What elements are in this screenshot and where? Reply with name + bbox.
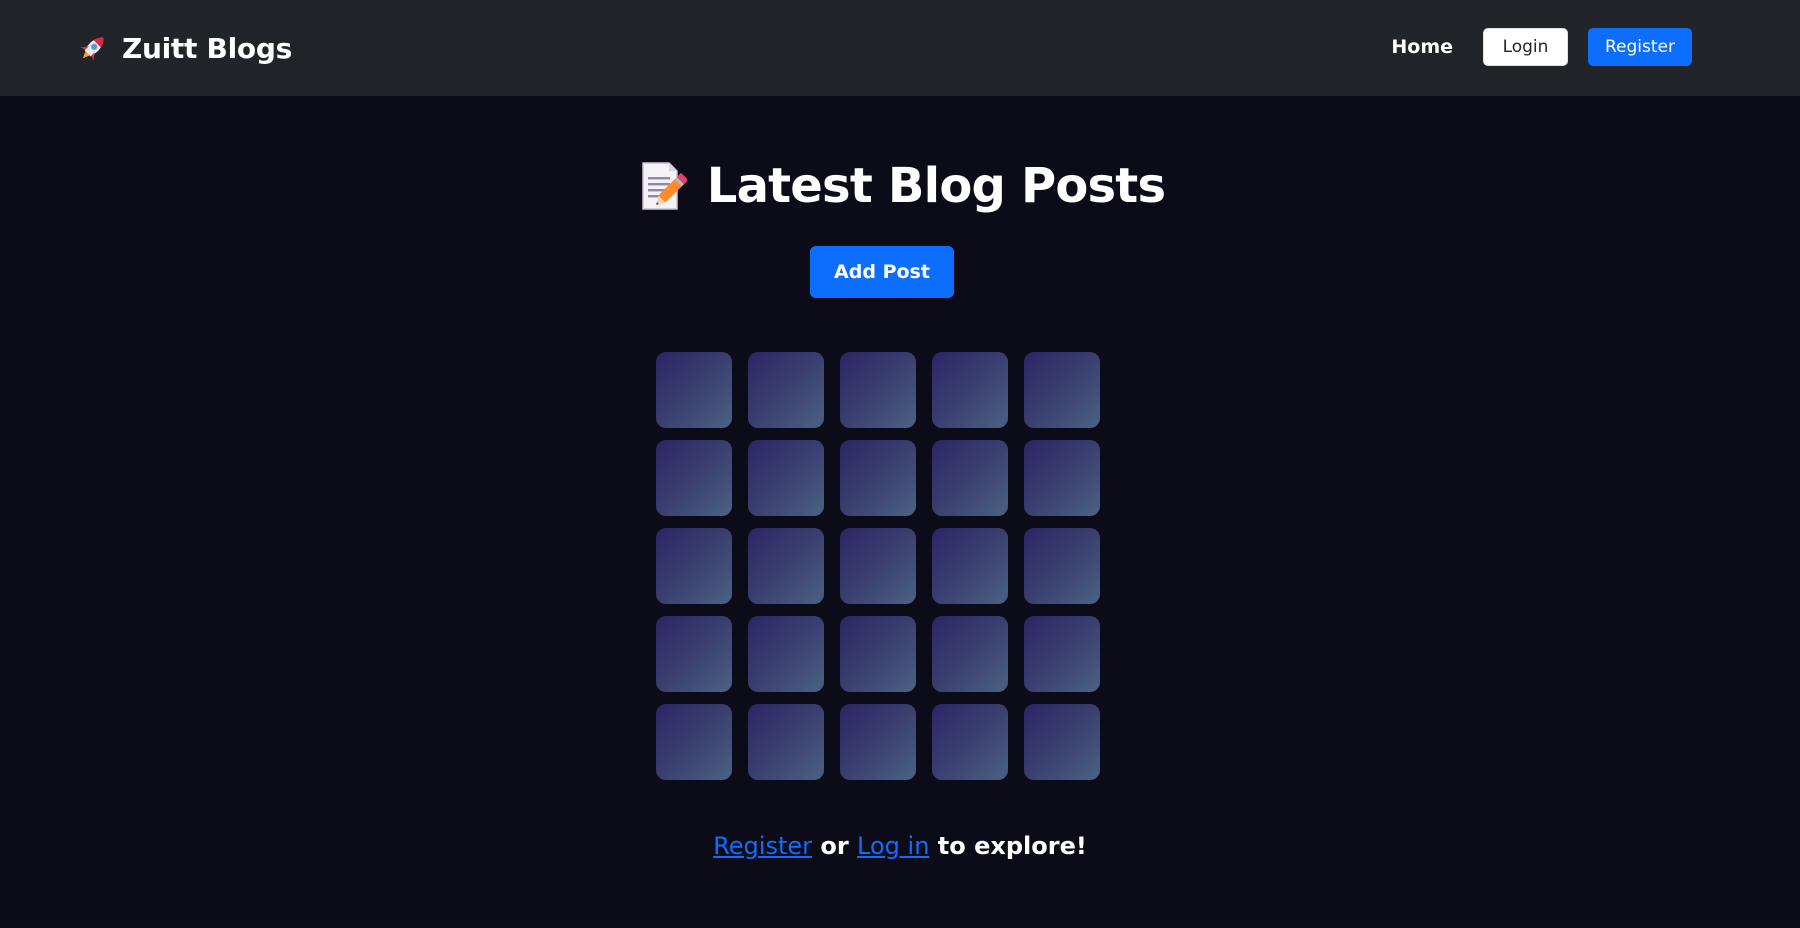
post-tile[interactable] [656, 528, 732, 604]
post-tile[interactable] [656, 616, 732, 692]
navbar: Zuitt Blogs Home Login Register [0, 0, 1800, 96]
post-tile[interactable] [932, 352, 1008, 428]
login-button[interactable]: Login [1483, 28, 1568, 66]
post-tile[interactable] [1024, 704, 1100, 780]
nav-links: Home Login Register [1391, 28, 1692, 66]
post-tile[interactable] [656, 440, 732, 516]
post-tile[interactable] [748, 528, 824, 604]
post-tile[interactable] [1024, 352, 1100, 428]
page-title: Latest Blog Posts [706, 158, 1166, 214]
post-tile[interactable] [748, 616, 824, 692]
post-tile[interactable] [748, 704, 824, 780]
post-tile[interactable] [1024, 616, 1100, 692]
register-button[interactable]: Register [1588, 28, 1692, 66]
post-tile[interactable] [840, 528, 916, 604]
or-text: or [812, 832, 858, 860]
post-tile[interactable] [748, 352, 824, 428]
post-tile[interactable] [932, 440, 1008, 516]
brand-link[interactable]: Zuitt Blogs [76, 26, 292, 70]
post-tile[interactable] [932, 528, 1008, 604]
post-tile[interactable] [656, 704, 732, 780]
post-tile[interactable] [840, 352, 916, 428]
main-content: Latest Blog Posts Add Post Register or L… [0, 96, 1800, 928]
post-tile[interactable] [840, 616, 916, 692]
post-tile[interactable] [656, 352, 732, 428]
post-tile[interactable] [932, 616, 1008, 692]
explore-suffix: to explore! [929, 832, 1087, 860]
post-tile[interactable] [840, 440, 916, 516]
post-tile[interactable] [932, 704, 1008, 780]
register-link[interactable]: Register [713, 832, 812, 860]
nav-home-link[interactable]: Home [1391, 36, 1453, 58]
add-post-button[interactable]: Add Post [810, 246, 954, 298]
post-tile[interactable] [1024, 528, 1100, 604]
explore-prompt: Register or Log in to explore! [0, 832, 1800, 860]
login-link[interactable]: Log in [857, 832, 929, 860]
memo-icon [642, 162, 687, 210]
brand-name: Zuitt Blogs [122, 31, 292, 65]
rocket-icon [80, 37, 104, 61]
post-tile[interactable] [840, 704, 916, 780]
page-header: Latest Blog Posts [0, 158, 1800, 214]
post-tile[interactable] [748, 440, 824, 516]
post-grid [656, 352, 1100, 780]
post-tile[interactable] [1024, 440, 1100, 516]
